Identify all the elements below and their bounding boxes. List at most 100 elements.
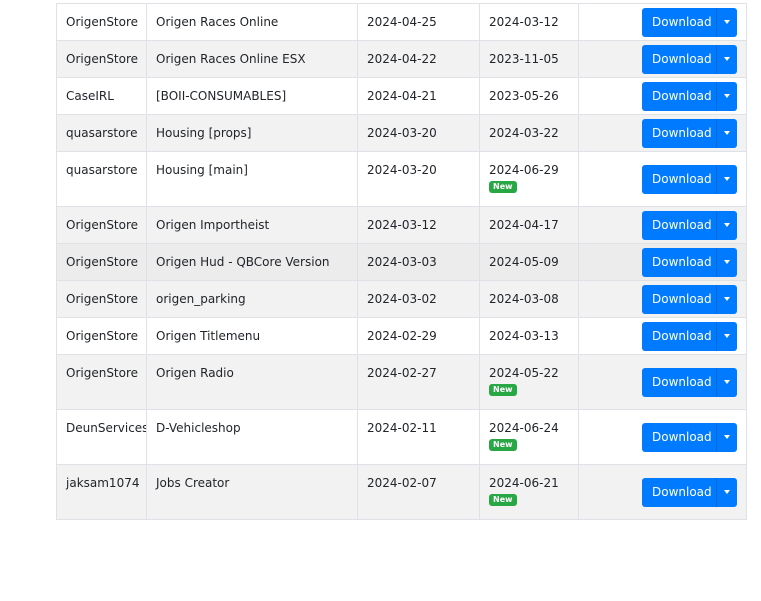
- author-name[interactable]: OrigenStore: [66, 292, 138, 306]
- author-cell: OrigenStore: [56, 354, 147, 410]
- added-date-cell: 2024-03-02: [357, 280, 480, 318]
- download-button[interactable]: Download: [642, 210, 716, 240]
- resources-table-wrapper: OrigenStore Origen Races Online 2024-04-…: [56, 3, 747, 520]
- added-date: 2024-02-07: [367, 476, 437, 490]
- download-button[interactable]: Download: [642, 7, 716, 37]
- resource-name[interactable]: D-Vehicleshop: [156, 421, 241, 435]
- updated-date: 2024-03-12: [489, 15, 559, 29]
- download-dropdown-toggle[interactable]: [716, 81, 737, 111]
- action-cell: Download: [578, 243, 747, 281]
- download-dropdown-toggle[interactable]: [716, 367, 737, 397]
- updated-date: 2024-06-21: [489, 476, 559, 490]
- author-name[interactable]: OrigenStore: [66, 52, 138, 66]
- resource-name-cell: Origen Hud - QBCore Version: [146, 243, 358, 281]
- resource-name[interactable]: origen_parking: [156, 292, 246, 306]
- resource-name[interactable]: Housing [main]: [156, 163, 248, 177]
- author-name[interactable]: OrigenStore: [66, 366, 138, 380]
- resource-name-cell: Housing [main]: [146, 151, 358, 207]
- resource-name[interactable]: Jobs Creator: [156, 476, 229, 490]
- download-button[interactable]: Download: [642, 422, 716, 452]
- resource-name[interactable]: Origen Races Online: [156, 15, 278, 29]
- download-button-group: Download: [642, 44, 737, 74]
- author-name[interactable]: OrigenStore: [66, 15, 138, 29]
- download-dropdown-toggle[interactable]: [716, 44, 737, 74]
- updated-date: 2024-05-09: [489, 255, 559, 269]
- download-dropdown-toggle[interactable]: [716, 210, 737, 240]
- updated-date-cell: 2023-05-26: [479, 77, 579, 115]
- resource-name-cell: Jobs Creator: [146, 464, 358, 520]
- author-name[interactable]: CaseIRL: [66, 89, 114, 103]
- added-date-cell: 2024-03-12: [357, 206, 480, 244]
- new-badge: New: [489, 494, 517, 506]
- author-cell: jaksam1074: [56, 464, 147, 520]
- resource-name[interactable]: Origen Hud - QBCore Version: [156, 255, 330, 269]
- download-button[interactable]: Download: [642, 81, 716, 111]
- updated-date-cell: 2024-05-09: [479, 243, 579, 281]
- resources-table-body: OrigenStore Origen Races Online 2024-04-…: [56, 3, 747, 520]
- download-dropdown-toggle[interactable]: [716, 7, 737, 37]
- resource-name-cell: origen_parking: [146, 280, 358, 318]
- download-button-group: Download: [642, 164, 737, 194]
- download-dropdown-toggle[interactable]: [716, 321, 737, 351]
- author-cell: OrigenStore: [56, 317, 147, 355]
- author-name[interactable]: OrigenStore: [66, 255, 138, 269]
- resource-name[interactable]: Origen Importheist: [156, 218, 269, 232]
- new-badge: New: [489, 181, 517, 193]
- download-button[interactable]: Download: [642, 118, 716, 148]
- updated-date-cell: 2024-04-17: [479, 206, 579, 244]
- table-row: CaseIRL [BOII-CONSUMABLES] 2024-04-21 20…: [56, 77, 747, 115]
- action-cell: Download: [578, 464, 747, 520]
- caret-down-icon: [724, 334, 730, 338]
- action-cell: Download: [578, 317, 747, 355]
- author-name[interactable]: DeunServices: [66, 421, 146, 435]
- resource-name[interactable]: Origen Titlemenu: [156, 329, 260, 343]
- table-row: jaksam1074 Jobs Creator 2024-02-07 2024-…: [56, 464, 747, 520]
- resource-name-cell: Origen Radio: [146, 354, 358, 410]
- author-name[interactable]: quasarstore: [66, 163, 137, 177]
- download-button-group: Download: [642, 118, 737, 148]
- author-name[interactable]: OrigenStore: [66, 329, 138, 343]
- author-name[interactable]: quasarstore: [66, 126, 137, 140]
- resource-name[interactable]: [BOII-CONSUMABLES]: [156, 89, 286, 103]
- table-row: OrigenStore Origen Titlemenu 2024-02-29 …: [56, 317, 747, 355]
- download-button[interactable]: Download: [642, 321, 716, 351]
- download-dropdown-toggle[interactable]: [716, 164, 737, 194]
- download-dropdown-toggle[interactable]: [716, 422, 737, 452]
- download-button[interactable]: Download: [642, 164, 716, 194]
- author-name[interactable]: OrigenStore: [66, 218, 138, 232]
- updated-date-cell: 2024-06-24 New: [479, 409, 579, 465]
- added-date-cell: 2024-04-25: [357, 3, 480, 41]
- table-row: OrigenStore origen_parking 2024-03-02 20…: [56, 280, 747, 318]
- download-button[interactable]: Download: [642, 477, 716, 507]
- download-button-group: Download: [642, 422, 737, 452]
- download-dropdown-toggle[interactable]: [716, 247, 737, 277]
- download-button[interactable]: Download: [642, 44, 716, 74]
- author-name[interactable]: jaksam1074: [66, 476, 139, 490]
- action-cell: Download: [578, 40, 747, 78]
- updated-date-cell: 2024-03-08: [479, 280, 579, 318]
- author-cell: DeunServices: [56, 409, 147, 465]
- resource-name[interactable]: Origen Radio: [156, 366, 234, 380]
- updated-date-cell: 2024-06-21 New: [479, 464, 579, 520]
- download-dropdown-toggle[interactable]: [716, 284, 737, 314]
- action-cell: Download: [578, 354, 747, 410]
- download-dropdown-toggle[interactable]: [716, 477, 737, 507]
- resource-name[interactable]: Origen Races Online ESX: [156, 52, 306, 66]
- updated-date: 2024-06-24: [489, 421, 559, 435]
- table-row: DeunServices D-Vehicleshop 2024-02-11 20…: [56, 409, 747, 465]
- caret-down-icon: [724, 177, 730, 181]
- download-button[interactable]: Download: [642, 284, 716, 314]
- resource-name[interactable]: Housing [props]: [156, 126, 251, 140]
- added-date-cell: 2024-03-03: [357, 243, 480, 281]
- author-cell: OrigenStore: [56, 3, 147, 41]
- updated-date: 2024-05-22: [489, 366, 559, 380]
- download-button-group: Download: [642, 81, 737, 111]
- download-button[interactable]: Download: [642, 247, 716, 277]
- download-button[interactable]: Download: [642, 367, 716, 397]
- resource-name-cell: [BOII-CONSUMABLES]: [146, 77, 358, 115]
- author-cell: OrigenStore: [56, 243, 147, 281]
- download-dropdown-toggle[interactable]: [716, 118, 737, 148]
- author-cell: quasarstore: [56, 114, 147, 152]
- download-button-group: Download: [642, 321, 737, 351]
- added-date: 2024-03-20: [367, 163, 437, 177]
